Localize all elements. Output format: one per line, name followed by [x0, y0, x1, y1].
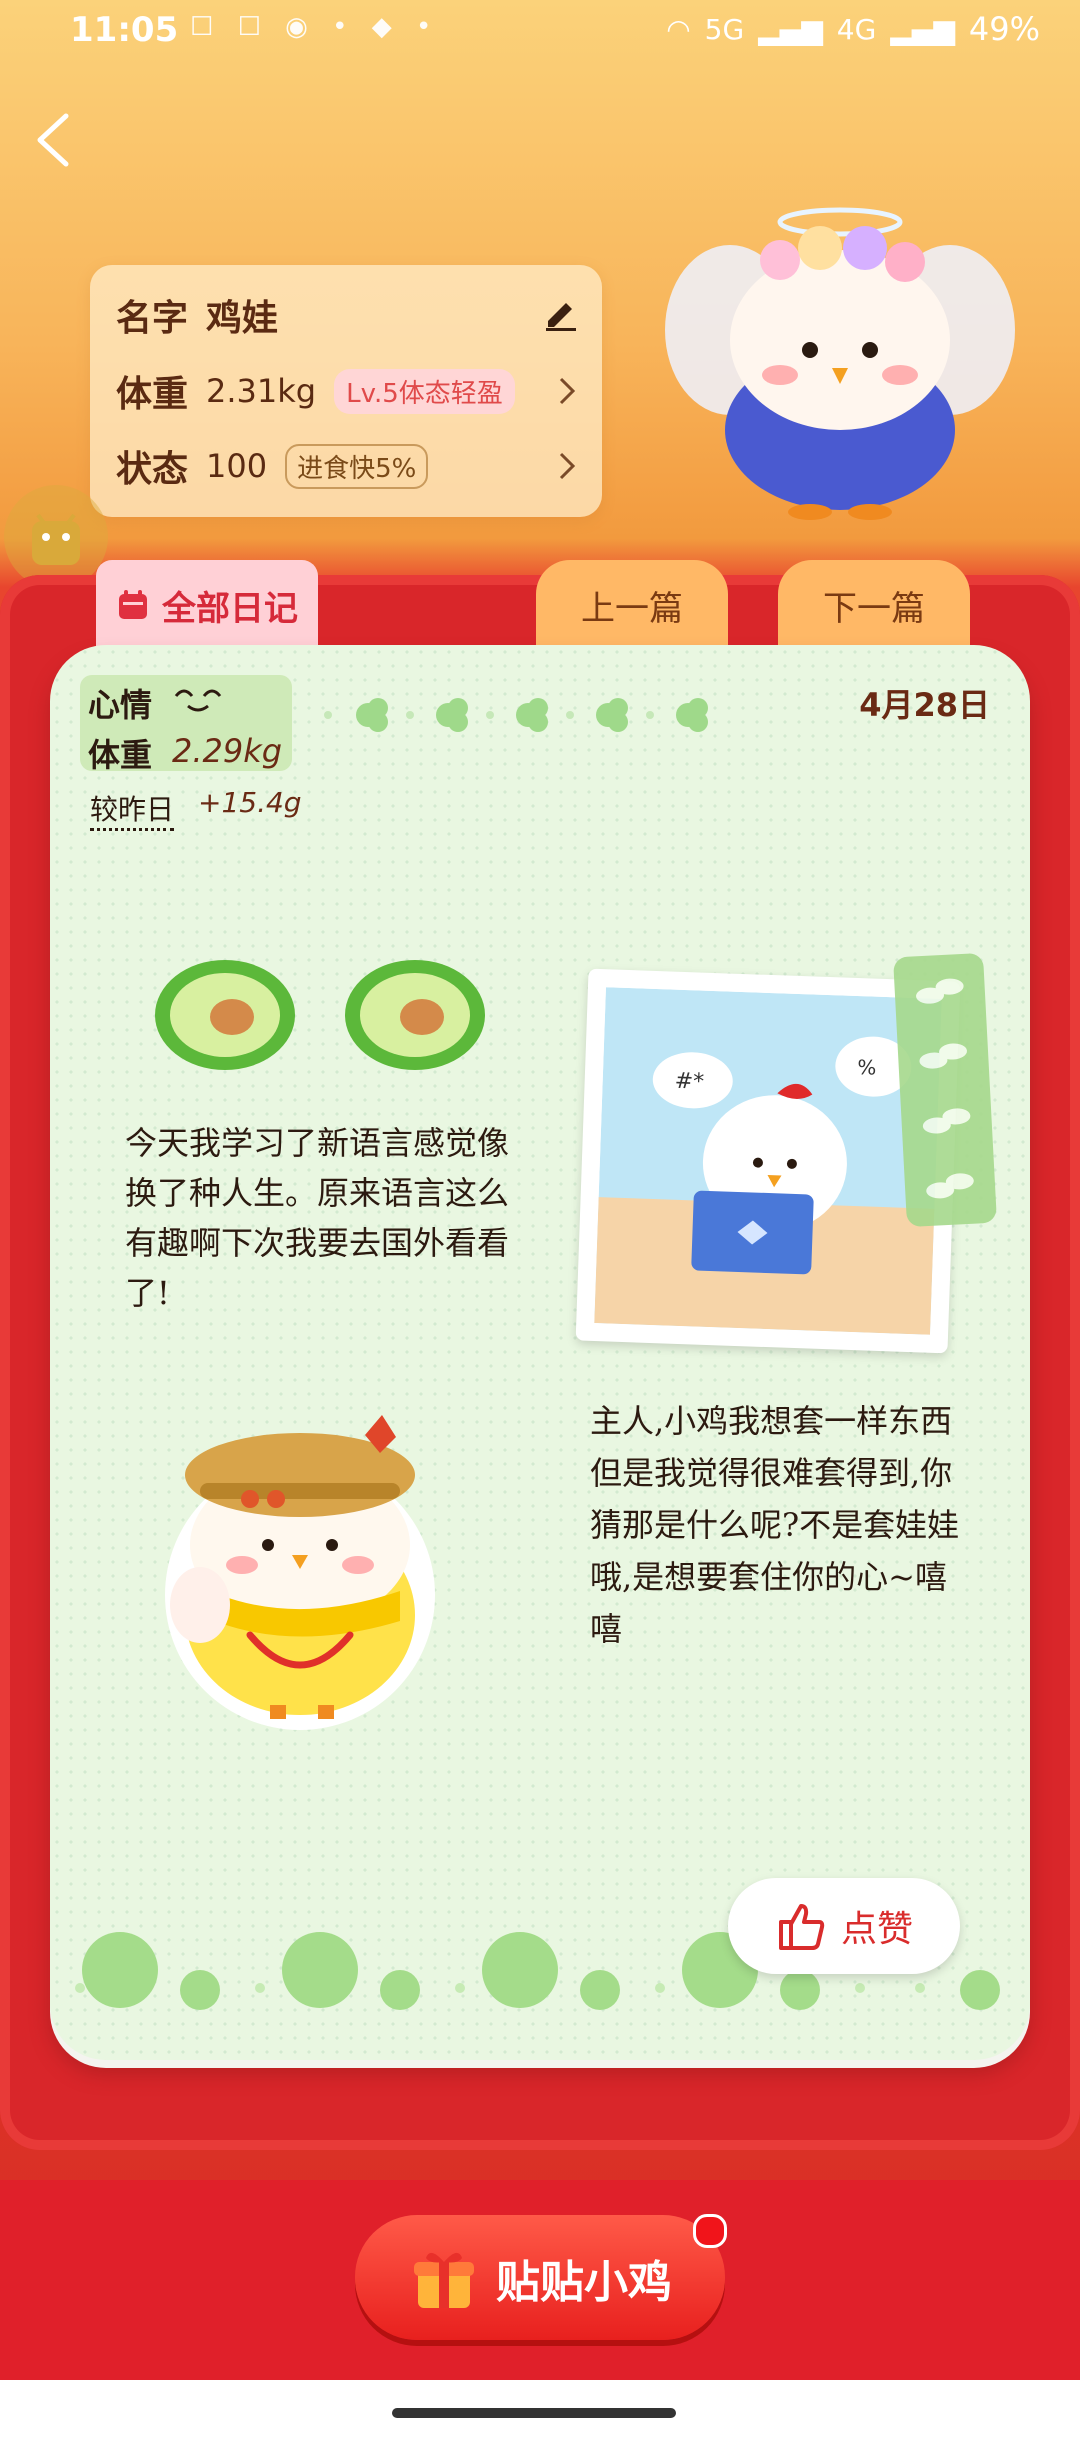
- status-right: ◠ 5G ▂▄▆ 4G ▂▄▆ 49%: [666, 10, 1040, 48]
- chick-mascot-angel[interactable]: [660, 200, 1020, 530]
- chevron-right-icon[interactable]: [556, 375, 578, 407]
- pet-info-card: 名字 鸡娃 体重 2.31kg Lv.5体态轻盈 状态 100 进食快5%: [90, 265, 602, 517]
- edit-pencil-icon[interactable]: [542, 293, 580, 331]
- avocado-icon: [155, 960, 295, 1070]
- avocado-icon: [345, 960, 485, 1070]
- status-badge: 进食快5%: [285, 443, 429, 489]
- tab-next[interactable]: 下一篇: [778, 560, 970, 650]
- cuddle-chick-button[interactable]: 贴贴小鸡: [355, 2215, 725, 2340]
- home-indicator[interactable]: [392, 2408, 676, 2418]
- diary-date: 4月28日: [859, 686, 990, 724]
- name-label: 名字: [116, 298, 189, 339]
- chick-laptop-illustration: #* %: [594, 987, 942, 1335]
- tab-all-diary-label: 全部日记: [162, 588, 298, 629]
- svg-text:#*: #*: [674, 1069, 704, 1095]
- signal-icon: ▂▄▆: [890, 12, 955, 46]
- calendar-icon: [119, 590, 147, 619]
- diary-weight-label: 体重: [88, 736, 153, 774]
- weight-row[interactable]: 体重 2.31kg Lv.5体态轻盈: [116, 365, 515, 417]
- diary-text-right: 主人,小鸡我想套一样东西但是我觉得很难套得到,你猜那是什么呢?不是套娃娃哦,是想…: [590, 1402, 960, 1648]
- back-arrow-icon[interactable]: [30, 110, 80, 170]
- like-label: 点赞: [840, 1909, 913, 1950]
- tab-prev-label: 上一篇: [581, 588, 683, 629]
- cuddle-chick-label: 贴贴小鸡: [496, 2256, 672, 2308]
- signal-icon: ▂▄▆: [758, 12, 823, 46]
- chick-beret-sticker: [165, 1415, 435, 1730]
- diary-page: [50, 645, 1030, 2060]
- network-4g: 4G: [836, 12, 877, 46]
- diary-text-left: 今天我学习了新语言感觉像换了种人生。原来语言这么有趣啊下次我要去国外看看了!: [125, 1124, 510, 1312]
- wifi-icon: ◠: [666, 12, 691, 46]
- gift-icon: [414, 2252, 474, 2308]
- notification-dot: [693, 2214, 727, 2248]
- mood-label: 心情: [88, 686, 153, 724]
- compare-value: +15.4g: [198, 786, 302, 819]
- battery-percent: 49%: [968, 10, 1040, 48]
- weight-label: 体重: [116, 374, 189, 415]
- sprout-tag-decoration: [892, 952, 998, 1228]
- status-row[interactable]: 状态 100 进食快5%: [116, 440, 429, 492]
- status-bar: 11:05 ☐ ☐ ◉ • ◆ • ◠ 5G ▂▄▆ 4G ▂▄▆ 49%: [0, 0, 1080, 64]
- tab-all-diary[interactable]: 全部日记: [96, 560, 318, 650]
- weight-value: 2.31kg: [206, 372, 317, 410]
- status-label: 状态: [116, 449, 189, 490]
- svg-text:%: %: [857, 1055, 877, 1080]
- thumbs-up-icon: [778, 1904, 825, 1950]
- tab-prev[interactable]: 上一篇: [536, 560, 728, 650]
- tab-next-label: 下一篇: [823, 588, 925, 629]
- weight-level-badge: Lv.5体态轻盈: [334, 368, 515, 414]
- mood-face-icon: [174, 689, 222, 712]
- notification-icons: ☐ ☐ ◉ • ◆ •: [190, 12, 440, 42]
- name-value: 鸡娃: [206, 298, 279, 339]
- floating-assistant-icon[interactable]: [4, 485, 108, 589]
- diary-weight-value: 2.29kg: [172, 732, 283, 770]
- network-5g: 5G: [704, 12, 745, 46]
- compare-label: 较昨日: [90, 788, 175, 831]
- pet-name-row: 名字 鸡娃: [116, 289, 278, 341]
- chevron-right-icon[interactable]: [556, 450, 578, 482]
- like-button[interactable]: 点赞: [728, 1878, 960, 1974]
- clover-decoration: [324, 698, 708, 732]
- status-value: 100: [206, 447, 268, 485]
- status-time: 11:05: [70, 10, 179, 50]
